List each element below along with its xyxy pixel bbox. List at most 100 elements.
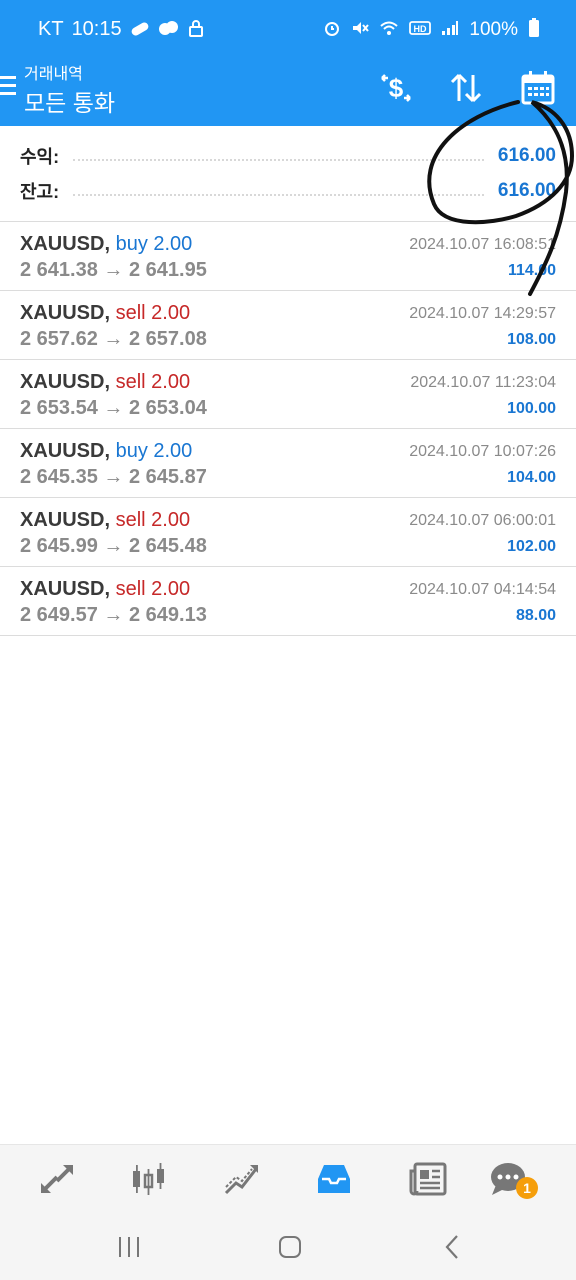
- balance-label: 잔고:: [20, 182, 60, 202]
- wifi-icon: [379, 20, 399, 39]
- close-price: 2 645.87: [128, 466, 207, 488]
- close-price: 2 657.08: [128, 328, 207, 350]
- quotes-icon: [41, 1165, 73, 1193]
- app-title[interactable]: 모든 통화: [24, 84, 115, 118]
- app-bar: 거래내역 모든 통화 $: [0, 56, 576, 126]
- open-price: 2 645.99: [20, 535, 98, 557]
- close-price: 2 641.95: [128, 259, 207, 281]
- trade-symbol: XAUUSD,: [20, 440, 111, 462]
- trade-row[interactable]: XAUUSD, sell 2.00 2 645.99 → 2 645.48 20…: [0, 498, 576, 567]
- system-nav: [0, 1212, 576, 1280]
- nav-chat[interactable]: 1: [486, 1159, 538, 1199]
- open-price: 2 641.38: [20, 259, 98, 281]
- trade-row[interactable]: XAUUSD, sell 2.00 2 653.54 → 2 653.04 20…: [0, 360, 576, 429]
- news-icon: [409, 1162, 447, 1196]
- profit-row: 수익: 616.00: [20, 141, 556, 171]
- trade-profit: 102.00: [507, 538, 556, 555]
- currency-icon: $: [381, 73, 411, 103]
- home-button[interactable]: [270, 1232, 310, 1262]
- open-price: 2 649.57: [20, 604, 98, 626]
- arrow-icon: →: [103, 535, 124, 557]
- recents-button[interactable]: [109, 1232, 149, 1262]
- chart-icon: [133, 1163, 164, 1195]
- trade-row[interactable]: XAUUSD, sell 2.00 2 649.57 → 2 649.13 20…: [0, 567, 576, 636]
- arrow-icon: →: [103, 466, 124, 488]
- trade-symbol: XAUUSD,: [20, 578, 111, 600]
- pill-icon: [130, 21, 150, 39]
- trade-type: sell 2.00: [115, 509, 191, 531]
- trade-profit: 100.00: [507, 400, 556, 417]
- app-subtitle: 거래내역: [24, 66, 83, 83]
- arrow-icon: →: [103, 328, 124, 350]
- arrow-icon: →: [103, 259, 124, 281]
- close-price: 2 645.48: [128, 535, 207, 557]
- menu-icon[interactable]: [0, 76, 16, 98]
- trade-time: 2024.10.07 16:08:51: [409, 236, 556, 253]
- profit-value: 616.00: [497, 145, 556, 166]
- chat-badge: 1: [516, 1177, 538, 1199]
- balance-row: 잔고: 616.00: [20, 176, 556, 206]
- trade-time: 2024.10.07 04:14:54: [409, 581, 556, 598]
- open-price: 2 653.54: [20, 397, 98, 419]
- balance-value: 616.00: [497, 180, 556, 201]
- nav-news[interactable]: [406, 1159, 450, 1199]
- trade-icon: [224, 1165, 258, 1195]
- recents-icon: [119, 1237, 139, 1257]
- trade-time: 2024.10.07 06:00:01: [409, 512, 556, 529]
- trade-list: XAUUSD, buy 2.00 2 641.38 → 2 641.95 202…: [0, 222, 576, 636]
- cloud-icon: [158, 20, 180, 39]
- nav-chart[interactable]: [127, 1159, 171, 1199]
- trade-type: sell 2.00: [115, 302, 191, 324]
- nav-history[interactable]: [312, 1159, 356, 1199]
- hd-icon: HD: [409, 20, 432, 39]
- currency-filter-button[interactable]: $: [376, 68, 416, 108]
- status-bar: KT 10:15 HD 100%: [0, 0, 576, 56]
- clock: 10:15: [71, 18, 122, 40]
- trade-symbol: XAUUSD,: [20, 509, 111, 531]
- trade-row[interactable]: XAUUSD, buy 2.00 2 645.35 → 2 645.87 202…: [0, 429, 576, 498]
- sort-button[interactable]: [446, 68, 486, 108]
- trade-row[interactable]: XAUUSD, sell 2.00 2 657.62 → 2 657.08 20…: [0, 291, 576, 360]
- calendar-button[interactable]: [518, 68, 558, 108]
- arrow-icon: →: [103, 397, 124, 419]
- alarm-icon: [323, 19, 341, 40]
- signal-icon: [441, 20, 459, 39]
- trade-time: 2024.10.07 10:07:26: [409, 443, 556, 460]
- arrow-icon: →: [103, 604, 124, 626]
- dotted-leader: [73, 151, 484, 161]
- battery-percent: 100%: [469, 18, 518, 40]
- trade-type: sell 2.00: [115, 371, 191, 393]
- open-price: 2 657.62: [20, 328, 98, 350]
- back-button[interactable]: [432, 1232, 472, 1262]
- dotted-leader: [73, 186, 484, 196]
- status-left: KT 10:15: [38, 18, 204, 41]
- svg-text:HD: HD: [414, 24, 427, 34]
- trade-row[interactable]: XAUUSD, buy 2.00 2 641.38 → 2 641.95 202…: [0, 222, 576, 291]
- calendar-icon: [521, 71, 555, 105]
- status-right: HD 100%: [323, 18, 540, 41]
- nav-quotes[interactable]: [35, 1159, 79, 1199]
- battery-icon: [528, 18, 540, 41]
- open-price: 2 645.35: [20, 466, 98, 488]
- sort-icon: [450, 73, 482, 103]
- bottom-nav: 1: [0, 1144, 576, 1212]
- trade-symbol: XAUUSD,: [20, 233, 111, 255]
- profit-label: 수익:: [20, 147, 60, 167]
- history-icon: [318, 1165, 350, 1193]
- trade-profit: 104.00: [507, 469, 556, 486]
- trade-profit: 114.00: [507, 262, 556, 279]
- trade-time: 2024.10.07 11:23:04: [410, 374, 556, 391]
- trade-symbol: XAUUSD,: [20, 302, 111, 324]
- lock-icon: [188, 19, 204, 40]
- trade-type: buy 2.00: [115, 440, 193, 462]
- carrier-label: KT: [38, 18, 64, 40]
- trade-profit: 108.00: [507, 331, 556, 348]
- close-price: 2 653.04: [128, 397, 207, 419]
- back-icon: [445, 1235, 458, 1259]
- trade-profit: 88.00: [515, 607, 556, 624]
- nav-trade[interactable]: [220, 1159, 264, 1199]
- summary-panel: 수익: 616.00 잔고: 616.00: [0, 126, 576, 222]
- trade-time: 2024.10.07 14:29:57: [409, 305, 556, 322]
- svg-text:$: $: [389, 73, 404, 103]
- home-icon: [279, 1236, 301, 1258]
